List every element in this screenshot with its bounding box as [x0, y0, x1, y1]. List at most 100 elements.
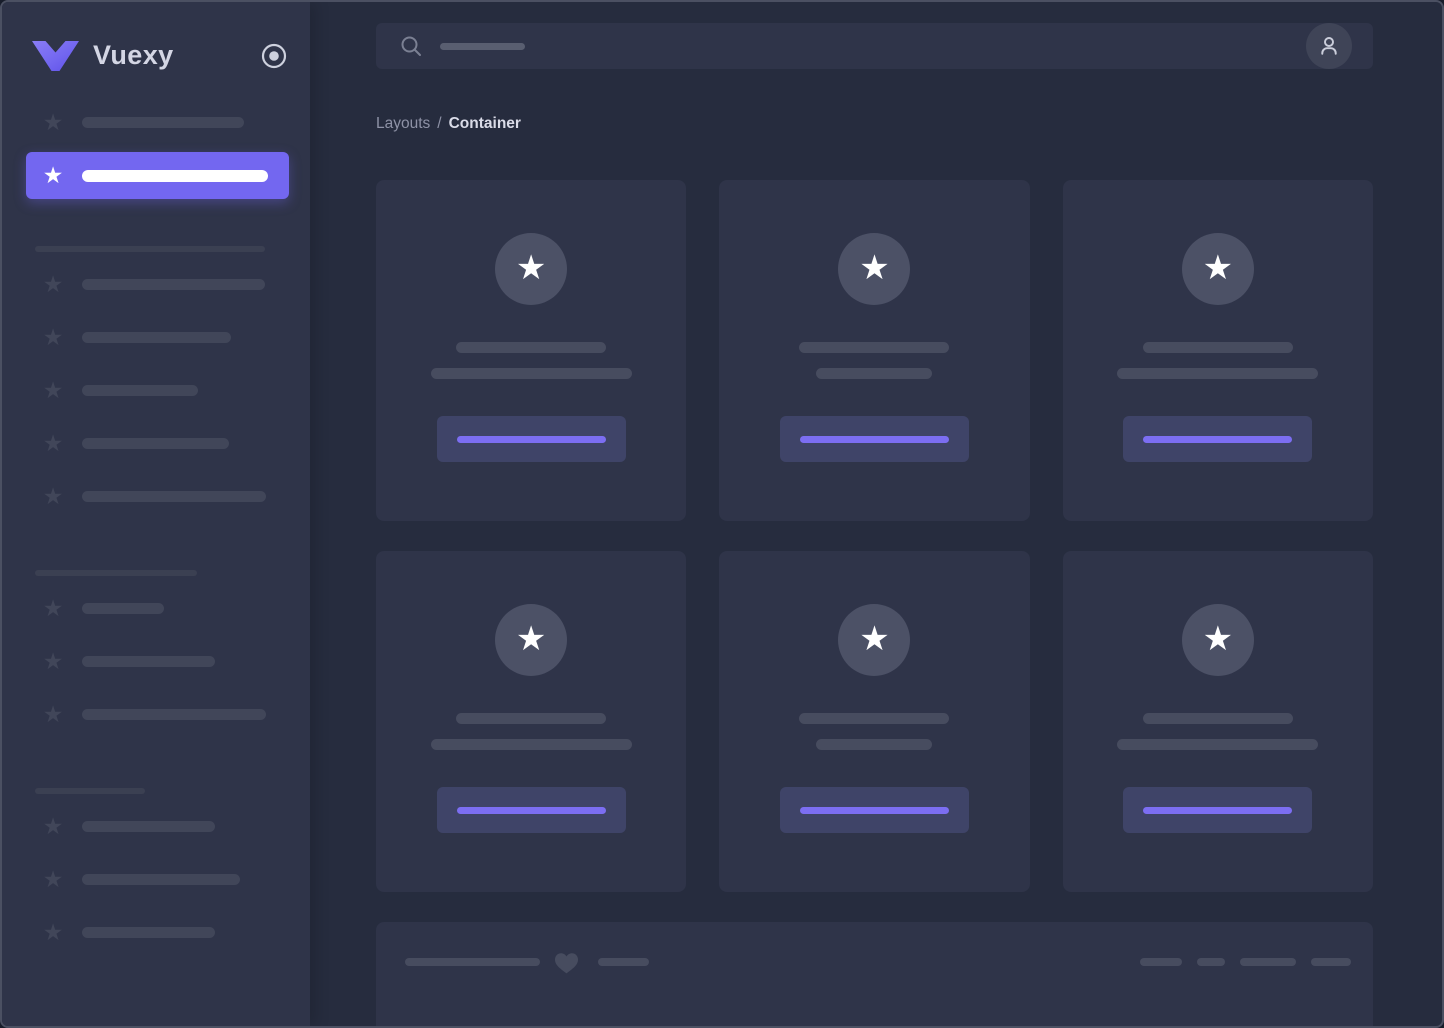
sidebar-menu-item[interactable]: ★	[2, 417, 310, 470]
card-action-button[interactable]	[436, 416, 626, 462]
card-avatar-circle: ★	[1181, 604, 1254, 676]
card-avatar-circle: ★	[838, 233, 911, 305]
button-label-bar	[1143, 435, 1293, 443]
menu-section-header-bar	[35, 570, 197, 576]
breadcrumb-current: Container	[448, 115, 521, 132]
card-subtitle-bar	[1117, 739, 1319, 750]
skeleton-bar	[82, 385, 198, 396]
breadcrumb-parent[interactable]: Layouts	[376, 115, 430, 132]
brand-title: Vuexy	[93, 40, 174, 70]
search-bar[interactable]	[376, 23, 1373, 69]
sidebar-menu-item[interactable]: ★	[2, 688, 310, 741]
star-icon: ★	[42, 271, 64, 297]
sidebar-menu-item[interactable]: ★	[2, 470, 310, 523]
sidebar-menu-item[interactable]: ★	[2, 364, 310, 417]
skeleton-bar	[82, 117, 244, 128]
skeleton-bar	[82, 332, 231, 343]
skeleton-bar	[82, 709, 266, 720]
card-action-button[interactable]	[779, 416, 969, 462]
search-icon	[400, 35, 422, 57]
button-label-bar	[456, 806, 606, 814]
user-avatar[interactable]	[1306, 23, 1352, 69]
footer-link-bar[interactable]	[1197, 958, 1225, 966]
card-action-button[interactable]	[436, 787, 626, 833]
skeleton-bar	[82, 656, 215, 667]
star-icon: ★	[42, 648, 64, 674]
card-action-button[interactable]	[779, 787, 969, 833]
footer-link-bar[interactable]	[1311, 958, 1351, 966]
sidebar-menu-item[interactable]: ★	[2, 582, 310, 635]
sidebar: Vuexy ★ ★ ★ ★ ★ ★ ★ ★ ★ ★ ★ ★ ★	[2, 2, 310, 1026]
footer-link-bar[interactable]	[1140, 958, 1182, 966]
menu-section-header-bar	[35, 246, 265, 252]
card-subtitle-bar	[816, 739, 933, 750]
card-title-bar	[456, 713, 607, 724]
card-subtitle-bar	[430, 739, 632, 750]
button-label-bar	[799, 806, 949, 814]
star-icon: ★	[42, 866, 64, 892]
star-icon: ★	[1202, 619, 1234, 658]
star-icon: ★	[859, 619, 890, 658]
sidebar-menu: ★ ★ ★ ★ ★ ★ ★ ★ ★ ★ ★ ★ ★	[2, 96, 310, 959]
star-icon: ★	[42, 595, 64, 621]
placeholder-card: ★	[719, 180, 1030, 521]
footer-link-bar[interactable]	[1240, 958, 1296, 966]
card-subtitle-bar	[816, 368, 933, 379]
star-icon: ★	[42, 162, 64, 188]
skeleton-bar	[82, 169, 268, 182]
radio-toggle-icon[interactable]	[260, 42, 288, 70]
star-icon: ★	[859, 248, 890, 287]
main-content: Layouts / Container ★ ★ ★ ★ ★ ★	[310, 2, 1442, 1026]
person-icon	[1321, 37, 1337, 55]
breadcrumb-separator: /	[437, 115, 442, 132]
skeleton-bar	[82, 491, 266, 502]
star-icon: ★	[42, 813, 64, 839]
sidebar-menu-item[interactable]: ★	[26, 152, 289, 199]
skeleton-bar	[405, 958, 540, 966]
app-window: Vuexy ★ ★ ★ ★ ★ ★ ★ ★ ★ ★ ★ ★ ★ Layouts …	[0, 0, 1444, 1028]
card-title-bar	[799, 342, 950, 353]
card-title-bar	[1142, 342, 1293, 353]
star-icon: ★	[42, 377, 64, 403]
vuexy-logo-icon	[32, 40, 79, 71]
menu-section-header-bar	[35, 788, 145, 794]
breadcrumb: Layouts / Container	[376, 115, 1373, 133]
star-icon: ★	[1202, 248, 1234, 287]
sidebar-header: Vuexy	[2, 2, 310, 71]
card-avatar-circle: ★	[495, 604, 568, 676]
placeholder-card: ★	[1062, 180, 1373, 521]
sidebar-menu-item[interactable]: ★	[2, 800, 310, 853]
card-title-bar	[799, 713, 950, 724]
card-subtitle-bar	[430, 368, 632, 379]
card-title-bar	[1142, 713, 1293, 724]
sidebar-menu-item[interactable]: ★	[2, 853, 310, 906]
button-label-bar	[456, 435, 606, 443]
cards-grid: ★ ★ ★ ★ ★ ★	[376, 180, 1373, 892]
skeleton-bar	[82, 438, 229, 449]
sidebar-menu-item[interactable]: ★	[2, 258, 310, 311]
footer-links	[1140, 958, 1351, 966]
star-icon: ★	[515, 619, 547, 658]
skeleton-bar	[598, 958, 649, 966]
skeleton-bar	[82, 279, 265, 290]
sidebar-menu-item[interactable]: ★	[2, 635, 310, 688]
sidebar-menu-item[interactable]: ★	[2, 96, 310, 149]
heart-icon	[553, 951, 580, 974]
star-icon: ★	[42, 919, 64, 945]
sidebar-menu-item[interactable]: ★	[2, 311, 310, 364]
placeholder-card: ★	[1062, 551, 1373, 892]
placeholder-card: ★	[376, 180, 687, 521]
skeleton-bar	[82, 927, 215, 938]
card-avatar-circle: ★	[495, 233, 568, 305]
star-icon: ★	[42, 109, 64, 135]
star-icon: ★	[515, 248, 547, 287]
card-avatar-circle: ★	[838, 604, 911, 676]
footer-card	[376, 922, 1373, 1026]
card-action-button[interactable]	[1123, 416, 1313, 462]
button-label-bar	[1143, 806, 1293, 814]
star-icon: ★	[42, 324, 64, 350]
placeholder-card: ★	[719, 551, 1030, 892]
card-action-button[interactable]	[1123, 787, 1313, 833]
star-icon: ★	[42, 701, 64, 727]
sidebar-menu-item[interactable]: ★	[2, 906, 310, 959]
